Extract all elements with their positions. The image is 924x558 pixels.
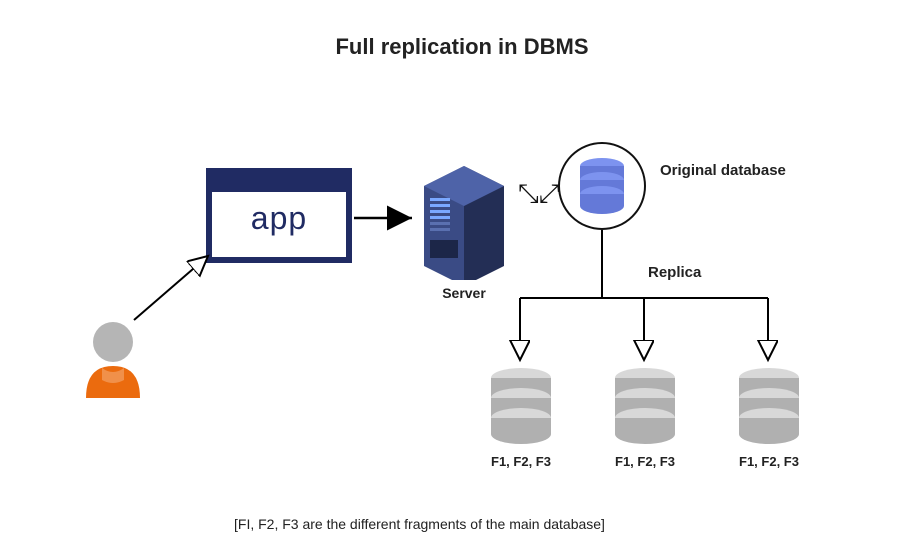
arrows-layer — [0, 0, 924, 558]
